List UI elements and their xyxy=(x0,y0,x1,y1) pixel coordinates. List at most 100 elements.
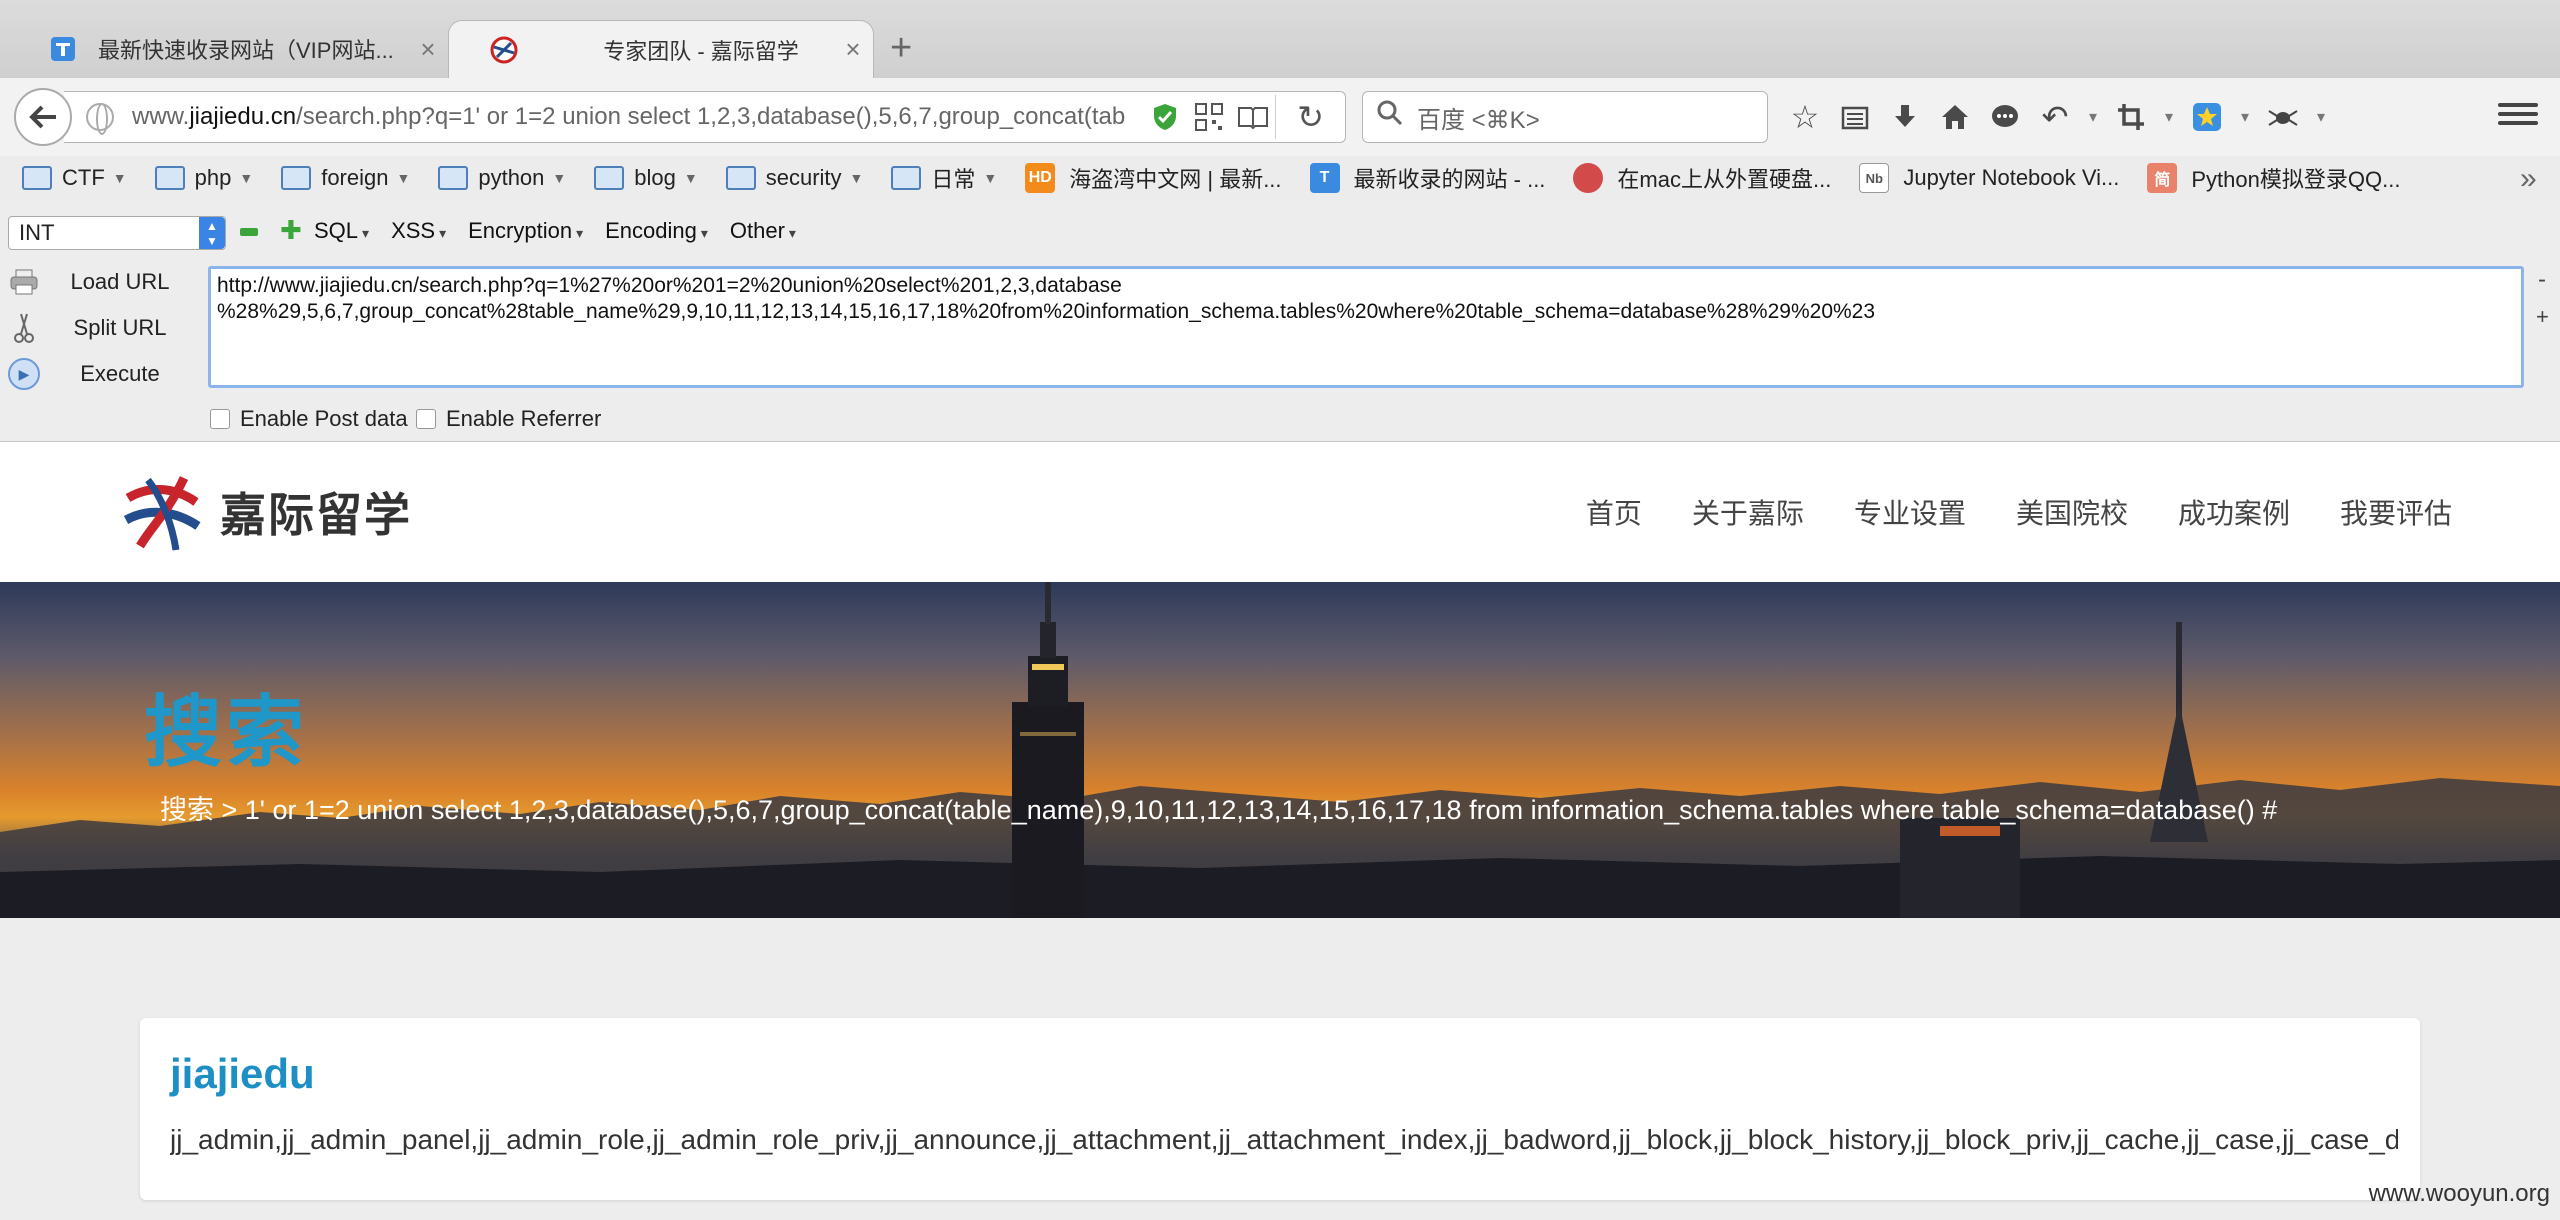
tab-title: 专家团队 - 嘉际留学 xyxy=(603,38,799,64)
url-textarea-line: http://www.jiajiedu.cn/search.php?q=1%27… xyxy=(217,274,1122,297)
menu-sql[interactable]: SQL xyxy=(314,218,369,244)
city-skyline-image xyxy=(0,582,2560,918)
checkbox-box[interactable] xyxy=(416,409,436,429)
home-icon[interactable] xyxy=(1930,94,1980,140)
shrink-textarea-button[interactable]: - xyxy=(2538,266,2546,294)
chevron-right-double-icon[interactable]: » xyxy=(2520,162,2537,196)
bug-extension-icon[interactable] xyxy=(2258,94,2308,140)
notebook-icon: Nb xyxy=(1859,163,1890,193)
tab-bar: 最新快速收录网站（VIP网站... × 专家团队 - 嘉际留学 × + xyxy=(0,0,2560,78)
bookmark-link-jupyter[interactable]: Nb Jupyter Notebook Vi... xyxy=(1859,163,2119,193)
bookmark-folder-foreign[interactable]: foreign ▼ xyxy=(281,165,410,191)
new-tab-button[interactable]: + xyxy=(890,28,912,68)
bookmark-folder-php[interactable]: php ▼ xyxy=(154,165,253,191)
result-snippet: jj_admin,jj_admin_panel,jj_admin_role,jj… xyxy=(170,1124,2398,1155)
chevron-down-icon[interactable]: ▾ xyxy=(2308,94,2334,140)
type-select[interactable]: INT ▲ ▼ xyxy=(8,216,226,250)
split-url-label: Split URL xyxy=(73,315,167,340)
bookmark-folder-daily[interactable]: 日常 ▼ xyxy=(891,162,997,194)
nav-item-home[interactable]: 首页 xyxy=(1586,492,1642,532)
undo-icon[interactable]: ↶ xyxy=(2030,94,2080,140)
printer-icon xyxy=(8,266,40,298)
bookmark-label: Jupyter Notebook Vi... xyxy=(1903,165,2120,190)
site-favicon-icon: T xyxy=(1309,163,1340,193)
enable-referrer-checkbox[interactable]: Enable Referrer xyxy=(416,406,601,432)
load-url-button[interactable]: Load URL xyxy=(8,262,208,302)
bookmark-link-newsites[interactable]: T 最新收录的网站 - ... xyxy=(1309,162,1545,194)
globe-icon xyxy=(86,103,114,135)
bookmarks-list-icon[interactable] xyxy=(1830,94,1880,140)
url-text[interactable]: www.jiajiedu.cn/search.php?q=1' or 1=2 u… xyxy=(132,103,1143,131)
chevron-down-icon[interactable]: ▾ xyxy=(2156,94,2182,140)
chevron-down-icon: ▼ xyxy=(112,170,127,186)
bookmark-link-python-qq[interactable]: 简 Python模拟登录QQ... xyxy=(2147,162,2400,194)
bookmark-folder-security[interactable]: security ▼ xyxy=(725,165,864,191)
qrcode-icon[interactable] xyxy=(1187,95,1231,139)
crop-icon[interactable] xyxy=(2106,94,2156,140)
enable-post-checkbox[interactable]: Enable Post data xyxy=(210,406,408,432)
nav-item-about[interactable]: 关于嘉际 xyxy=(1692,492,1804,532)
url-textarea[interactable]: http://www.jiajiedu.cn/search.php?q=1%27… xyxy=(208,266,2524,388)
chevron-down-icon: ▼ xyxy=(849,170,864,186)
url-bar[interactable]: www.jiajiedu.cn/search.php?q=1' or 1=2 u… xyxy=(64,91,1346,143)
nav-item-us-schools[interactable]: 美国院校 xyxy=(2016,492,2128,532)
menu-other[interactable]: Other xyxy=(730,218,796,244)
search-result-card: jiajiedu jj_admin,jj_admin_panel,jj_admi… xyxy=(140,1018,2420,1200)
chevron-down-icon: ▼ xyxy=(683,170,698,186)
main-nav: 首页 关于嘉际 专业设置 美国院校 成功案例 我要评估 xyxy=(1536,492,2452,532)
chat-bubble-icon[interactable] xyxy=(1980,94,2030,140)
download-icon[interactable] xyxy=(1880,94,1930,140)
star-extension-icon[interactable] xyxy=(2182,94,2232,140)
bookmark-label: CTF xyxy=(62,165,105,190)
result-title[interactable]: jiajiedu xyxy=(170,1050,315,1098)
site-logo[interactable]: 嘉际留学 xyxy=(118,468,412,556)
increase-icon[interactable]: ✚ xyxy=(280,217,302,243)
tab-close-icon[interactable]: × xyxy=(833,34,873,65)
url-domain: jiajiedu.cn xyxy=(189,103,297,130)
execute-label: Execute xyxy=(80,361,160,386)
bookmark-label: python xyxy=(478,165,545,190)
hd-site-icon: HD xyxy=(1025,163,1056,193)
search-placeholder: 百度 <⌘K> xyxy=(1417,106,1540,134)
chevron-down-icon[interactable]: ▾ xyxy=(2232,94,2258,140)
checkbox-label: Enable Post data xyxy=(240,406,408,431)
decrease-icon[interactable] xyxy=(240,228,258,236)
tab-title: 最新快速收录网站（VIP网站... xyxy=(98,38,394,63)
nav-item-majors[interactable]: 专业设置 xyxy=(1854,492,1966,532)
bookmark-star-icon[interactable]: ☆ xyxy=(1780,94,1830,140)
bookmark-folder-ctf[interactable]: CTF ▼ xyxy=(22,165,127,191)
navigation-bar: www.jiajiedu.cn/search.php?q=1' or 1=2 u… xyxy=(0,78,2560,156)
tab-active[interactable]: 专家团队 - 嘉际留学 × xyxy=(448,20,874,78)
checkbox-box[interactable] xyxy=(210,409,230,429)
jiaji-favicon-icon xyxy=(490,36,518,63)
bookmark-label: php xyxy=(194,165,232,190)
tab-close-icon[interactable]: × xyxy=(408,34,448,65)
split-url-button[interactable]: Split URL xyxy=(8,308,208,348)
site-favicon-icon xyxy=(51,37,75,61)
hamburger-menu-icon[interactable] xyxy=(2490,98,2546,138)
menu-xss[interactable]: XSS xyxy=(391,218,446,244)
url-textarea-line: %28%29,5,6,7,group_concat%28table_name%2… xyxy=(217,300,1876,323)
bookmark-link-mac-disk[interactable]: 在mac上从外置硬盘... xyxy=(1573,162,1831,194)
bookmark-folder-python[interactable]: python ▼ xyxy=(438,165,566,191)
reader-view-icon[interactable] xyxy=(1231,95,1275,139)
nav-item-evaluate[interactable]: 我要评估 xyxy=(2340,492,2452,532)
chevron-down-icon[interactable]: ▾ xyxy=(2080,94,2106,140)
menu-encryption[interactable]: Encryption xyxy=(468,218,583,244)
folder-icon xyxy=(22,166,52,190)
bookmark-folder-blog[interactable]: blog ▼ xyxy=(594,165,698,191)
search-bar[interactable]: 百度 <⌘K> xyxy=(1362,91,1768,143)
bookmark-label: blog xyxy=(634,165,676,190)
execute-button[interactable]: ▶ Execute xyxy=(8,354,208,394)
jianshu-icon: 简 xyxy=(2147,163,2178,193)
shield-icon[interactable] xyxy=(1143,95,1187,139)
reload-icon[interactable]: ↻ xyxy=(1275,95,1345,139)
back-button[interactable] xyxy=(14,88,72,146)
bookmark-label: 日常 xyxy=(931,167,976,192)
nav-item-cases[interactable]: 成功案例 xyxy=(2178,492,2290,532)
tab-inactive[interactable]: 最新快速收录网站（VIP网站... × xyxy=(8,20,448,78)
bookmark-link-piratebay[interactable]: HD 海盗湾中文网 | 最新... xyxy=(1025,162,1282,194)
grow-textarea-button[interactable]: + xyxy=(2536,304,2549,330)
folder-icon xyxy=(891,166,922,190)
menu-encoding[interactable]: Encoding xyxy=(605,218,708,244)
